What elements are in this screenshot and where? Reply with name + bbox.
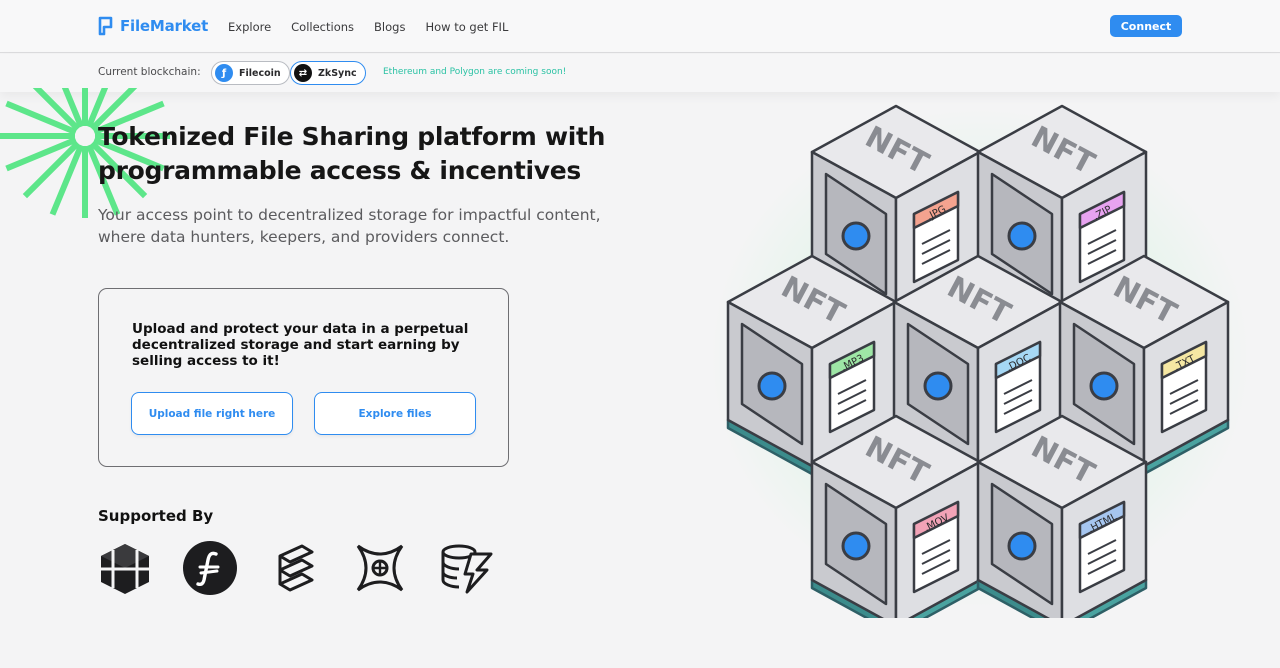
cube-logo-icon[interactable] xyxy=(97,540,153,596)
upload-card: Upload and protect your data in a perpet… xyxy=(98,288,509,467)
stack-bolt-logo-icon[interactable] xyxy=(437,540,493,596)
top-navbar: FileMarket Explore Collections Blogs How… xyxy=(0,0,1280,53)
nav-collections[interactable]: Collections xyxy=(291,20,354,34)
filecoin-logo-icon[interactable] xyxy=(182,540,238,596)
crossed-logo-icon[interactable] xyxy=(352,540,408,596)
filecoin-dial-icon xyxy=(923,371,953,401)
connect-button[interactable]: Connect xyxy=(1110,15,1182,37)
chain-zksync[interactable]: ⇄ ZkSync xyxy=(290,61,366,85)
nav-blogs[interactable]: Blogs xyxy=(374,20,405,34)
chain-filecoin[interactable]: ƒ Filecoin xyxy=(211,61,290,85)
nav-explore[interactable]: Explore xyxy=(228,20,271,34)
layered-logo-icon[interactable] xyxy=(268,540,324,596)
filecoin-dial-icon xyxy=(841,531,871,561)
nft-safes-illustration: NFT.JPGNFT.ZIPNFT.MP3NFT.DOCNFT.TXTNFT.M… xyxy=(710,104,1250,618)
filecoin-dial-icon xyxy=(1007,531,1037,561)
blockchain-label: Current blockchain: xyxy=(98,66,201,78)
chain-zksync-label: ZkSync xyxy=(318,67,357,79)
upload-card-text: Upload and protect your data in a perpet… xyxy=(132,321,469,369)
main-nav: Explore Collections Blogs How to get FIL xyxy=(228,20,508,34)
upload-file-button[interactable]: Upload file right here xyxy=(131,392,293,435)
explore-files-button[interactable]: Explore files xyxy=(314,392,476,435)
zksync-icon: ⇄ xyxy=(294,64,312,82)
filecoin-icon: ƒ xyxy=(215,64,233,82)
filecoin-dial-icon xyxy=(841,221,871,251)
logo[interactable]: FileMarket xyxy=(98,16,208,36)
hero-title: Tokenized File Sharing platform with pro… xyxy=(98,122,606,185)
filecoin-dial-icon xyxy=(757,371,787,401)
filecoin-dial-icon xyxy=(1007,221,1037,251)
hero-subtitle: Your access point to decentralized stora… xyxy=(98,206,601,246)
chain-filecoin-label: Filecoin xyxy=(239,67,281,79)
logo-text: FileMarket xyxy=(120,17,209,35)
blockchain-bar: Current blockchain: ƒ Filecoin ⇄ ZkSync … xyxy=(0,54,1280,92)
coming-soon-note: Ethereum and Polygon are coming soon! xyxy=(383,67,567,77)
supported-by-title: Supported By xyxy=(98,507,214,525)
filecoin-dial-icon xyxy=(1089,371,1119,401)
filemarket-logo-icon xyxy=(98,16,113,36)
nav-how-to-get-fil[interactable]: How to get FIL xyxy=(425,20,508,34)
